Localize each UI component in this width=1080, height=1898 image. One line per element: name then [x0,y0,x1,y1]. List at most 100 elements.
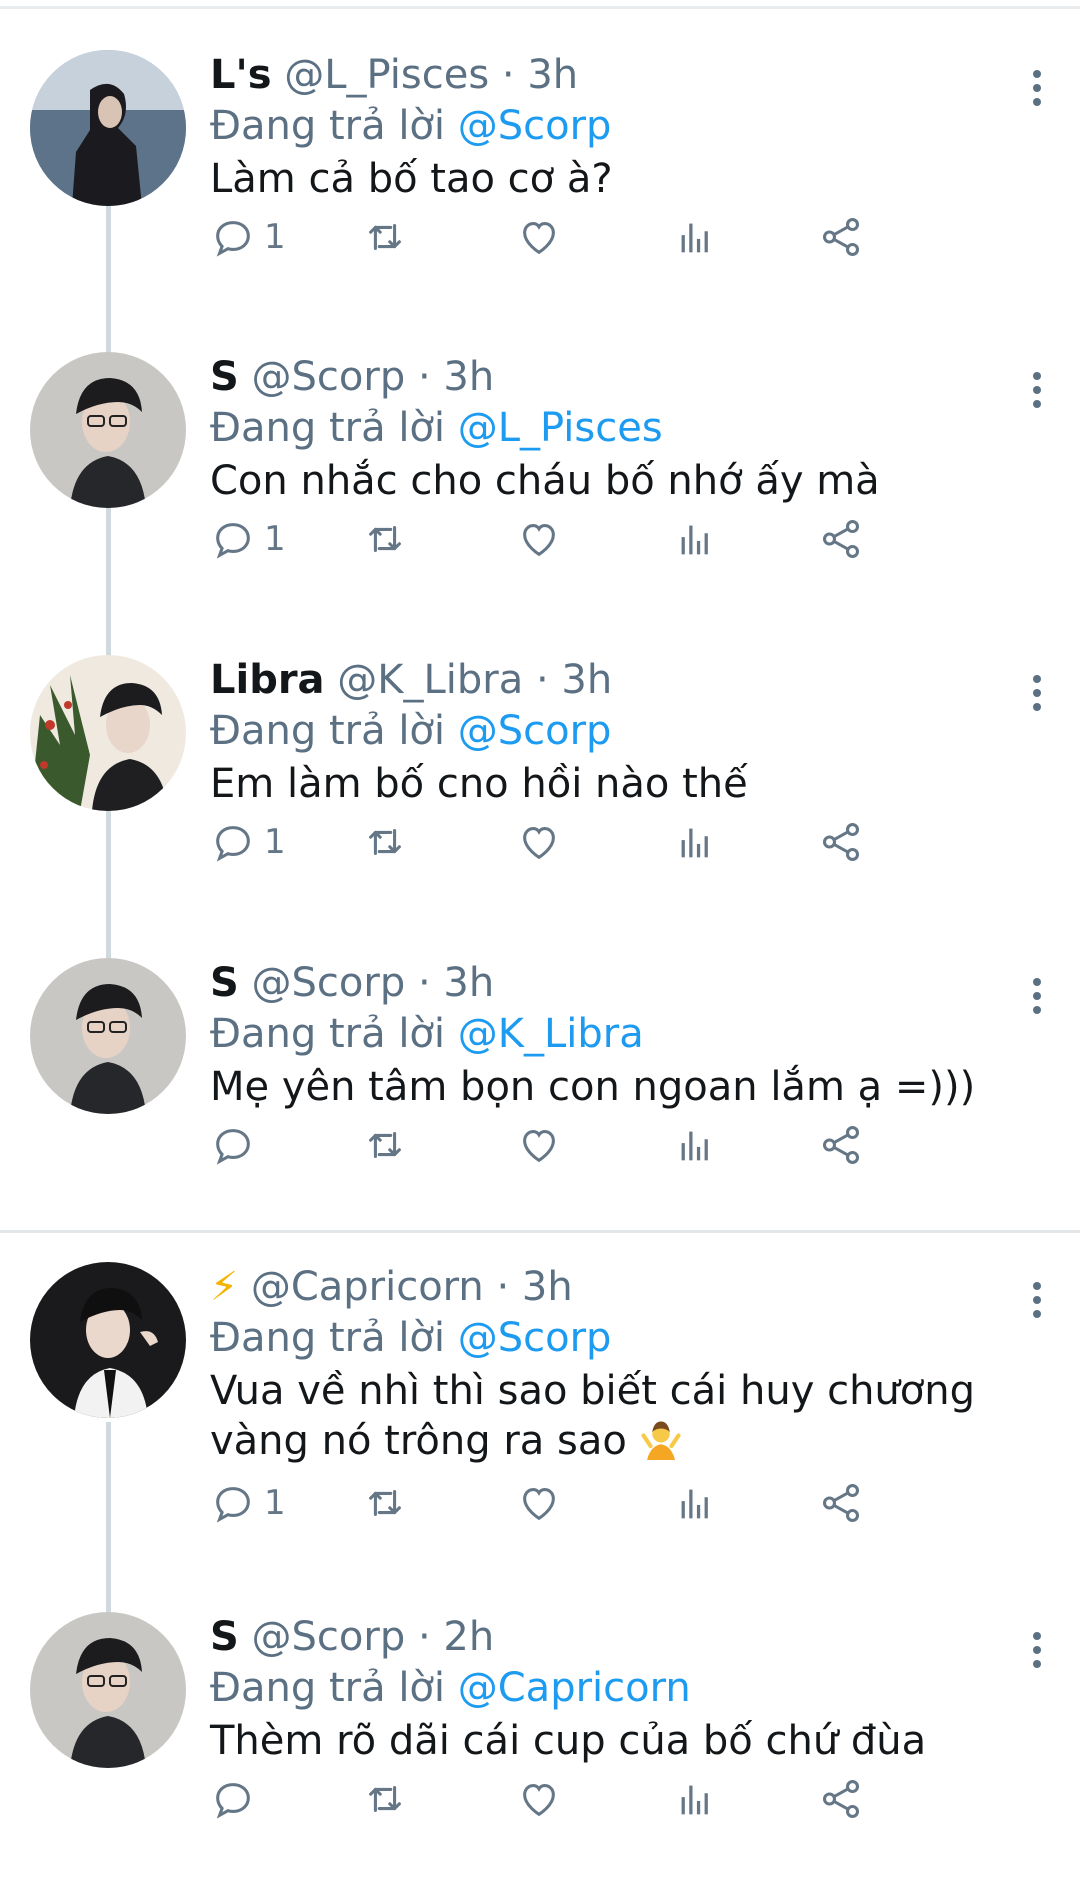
share-button[interactable] [818,1774,864,1824]
more-vertical-icon[interactable] [1026,70,1048,110]
reply-button[interactable] [210,1120,256,1170]
display-name[interactable]: Libra [210,657,325,703]
retweet-button[interactable] [362,1478,408,1528]
tweet-text: Con nhắc cho cháu bố nhớ ấy mà [210,458,880,504]
tweet[interactable]: S @Scorp · 3h Đang trả lời @K_Libra Mẹ y… [0,944,1080,1244]
avatar[interactable] [30,352,186,508]
timestamp[interactable]: 2h [443,1614,494,1660]
more-vertical-icon[interactable] [1026,372,1048,412]
replying-to-label: Đang trả lời [210,1665,446,1711]
reply-count: 1 [264,217,286,257]
replying-to-label: Đang trả lời [210,405,446,451]
replying-to-link[interactable]: @Scorp [458,1315,612,1361]
more-vertical-icon[interactable] [1026,1282,1048,1322]
analytics-button[interactable] [672,817,718,867]
replying-to: Đang trả lời @Scorp [210,100,990,152]
retweet-button[interactable] [362,1774,408,1824]
display-name[interactable]: L's [210,52,272,98]
retweet-icon [369,1489,401,1517]
analytics-button[interactable] [672,1478,718,1528]
analytics-bars-icon [681,223,708,253]
tweet-header: S @Scorp · 2h [210,1612,990,1662]
display-name[interactable]: S [210,960,239,1006]
tweet-header: Libra @K_Libra · 3h [210,655,990,705]
reply-button[interactable] [210,1774,256,1824]
tweet-header: S @Scorp · 3h [210,958,990,1008]
analytics-button[interactable] [672,1120,718,1170]
display-name[interactable]: S [210,1614,239,1660]
like-button[interactable] [516,514,562,564]
retweet-button[interactable] [362,514,408,564]
analytics-button[interactable] [672,514,718,564]
replying-to-link[interactable]: @Scorp [458,103,612,149]
separator-dot: · [417,1614,431,1660]
share-button[interactable] [818,212,864,262]
user-handle[interactable]: @Capricorn [251,1264,484,1310]
analytics-button[interactable] [672,1774,718,1824]
user-handle[interactable]: @Scorp [252,960,406,1006]
like-button[interactable] [516,212,562,262]
like-button[interactable] [516,817,562,867]
timestamp[interactable]: 3h [443,354,494,400]
timestamp[interactable]: 3h [522,1264,573,1310]
heart-icon [523,1784,555,1817]
analytics-button[interactable] [672,212,718,262]
replying-to: Đang trả lời @Capricorn [210,1662,990,1714]
tweet[interactable]: S @Scorp · 3h Đang trả lời @L_Pisces Con… [0,338,1080,638]
tweet-text-line-content: vàng nó trông ra sao [210,1418,627,1464]
avatar[interactable] [30,50,186,206]
more-vertical-icon[interactable] [1026,1632,1048,1672]
tweet[interactable]: S @Scorp · 2h Đang trả lời @Capricorn Th… [0,1598,1080,1898]
share-button[interactable] [818,514,864,564]
tweet[interactable]: ⚡ @Capricorn · 3h Đang trả lời @Scorp Vu… [0,1248,1080,1588]
reply-button[interactable]: 1 [210,817,286,867]
avatar[interactable] [30,1262,186,1418]
more-vertical-icon[interactable] [1026,978,1048,1018]
replying-to-link[interactable]: @L_Pisces [458,405,663,451]
analytics-bars-icon [681,828,708,858]
user-handle[interactable]: @Scorp [252,354,406,400]
user-handle[interactable]: @L_Pisces [284,52,489,98]
tweet-text: Làm cả bố tao cơ à? [210,156,613,202]
retweet-button[interactable] [362,212,408,262]
analytics-bars-icon [681,525,708,555]
tweet[interactable]: L's @L_Pisces · 3h Đang trả lời @Scorp L… [0,36,1080,336]
retweet-button[interactable] [362,1120,408,1170]
tweet-actions: 1 [210,817,1020,867]
tweet[interactable]: Libra @K_Libra · 3h Đang trả lời @Scorp … [0,641,1080,941]
share-button[interactable] [818,1478,864,1528]
reply-bubble-icon [216,1783,250,1819]
share-icon [822,1126,860,1164]
replying-to-link[interactable]: @K_Libra [458,1011,644,1057]
replying-to-label: Đang trả lời [210,708,446,754]
avatar[interactable] [30,958,186,1114]
reply-button[interactable]: 1 [210,514,286,564]
timestamp[interactable]: 3h [443,960,494,1006]
timestamp[interactable]: 3h [561,657,612,703]
separator-dot: · [496,1264,510,1310]
reply-count: 1 [264,822,286,862]
like-button[interactable] [516,1774,562,1824]
tweet-header: L's @L_Pisces · 3h [210,50,990,100]
avatar[interactable] [30,1612,186,1768]
heart-icon [523,222,555,255]
reply-button[interactable]: 1 [210,212,286,262]
retweet-button[interactable] [362,817,408,867]
like-button[interactable] [516,1478,562,1528]
share-button[interactable] [818,1120,864,1170]
display-name[interactable]: ⚡ [210,1264,238,1310]
display-name[interactable]: S [210,354,239,400]
replying-to: Đang trả lời @Scorp [210,1312,990,1364]
timestamp[interactable]: 3h [527,52,578,98]
person-shrugging-emoji [640,1421,681,1460]
replying-to: Đang trả lời @L_Pisces [210,402,990,454]
like-button[interactable] [516,1120,562,1170]
avatar[interactable] [30,655,186,811]
replying-to-link[interactable]: @Capricorn [458,1665,691,1711]
share-button[interactable] [818,817,864,867]
more-vertical-icon[interactable] [1026,675,1048,715]
user-handle[interactable]: @K_Libra [337,657,523,703]
replying-to-link[interactable]: @Scorp [458,708,612,754]
user-handle[interactable]: @Scorp [252,1614,406,1660]
reply-button[interactable]: 1 [210,1478,286,1528]
